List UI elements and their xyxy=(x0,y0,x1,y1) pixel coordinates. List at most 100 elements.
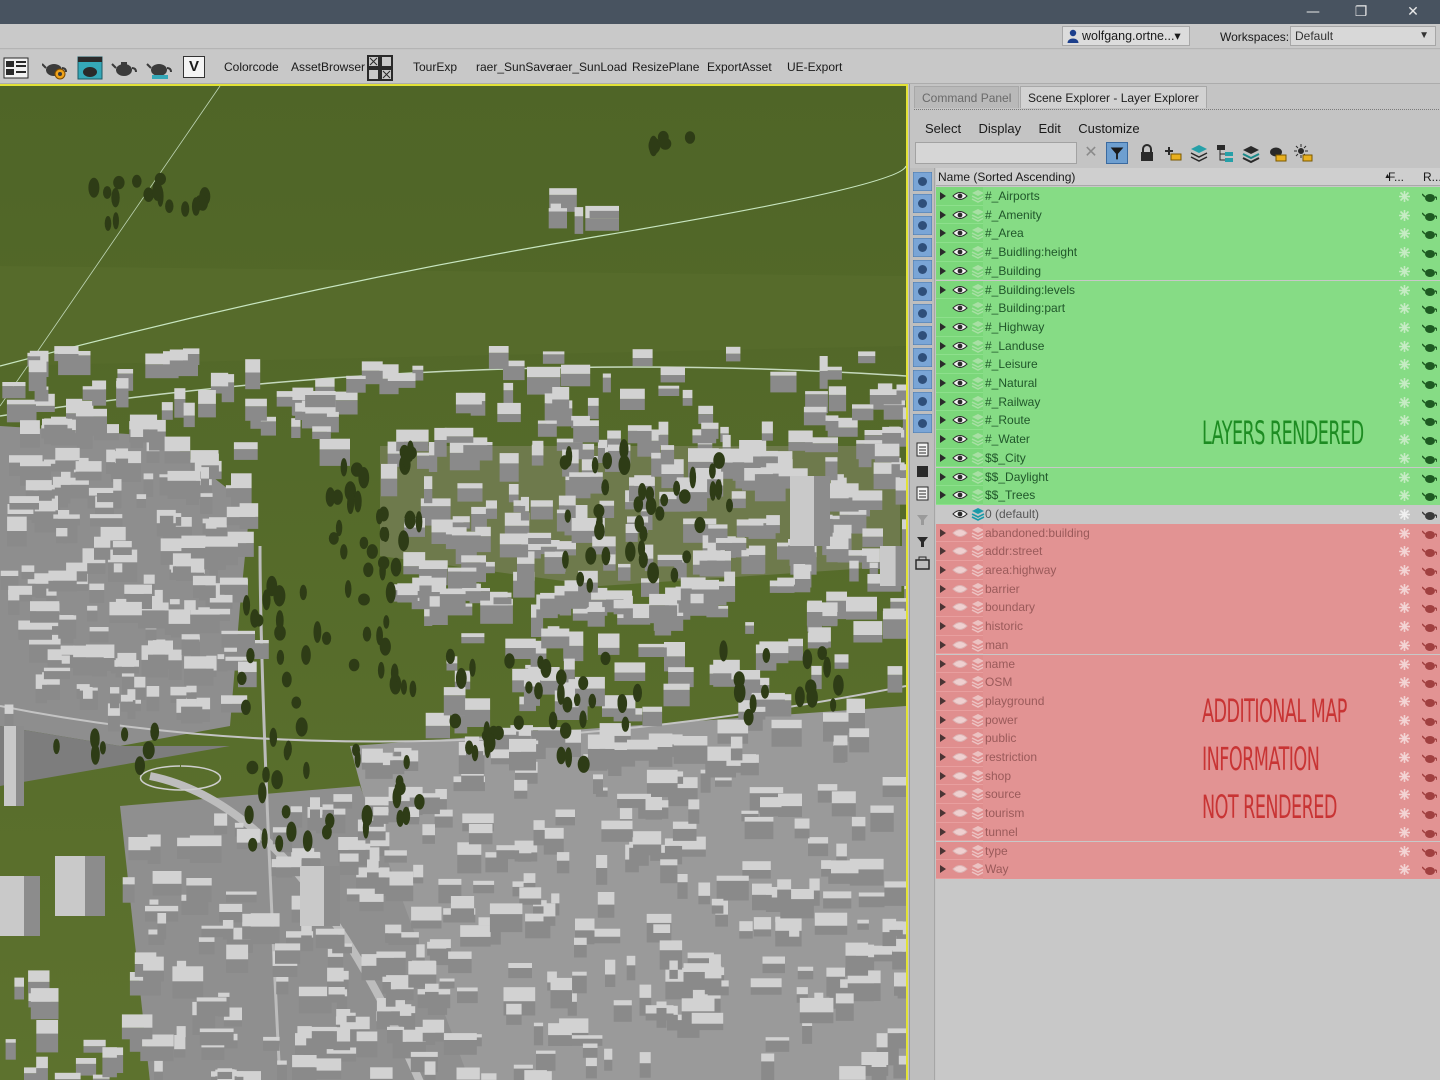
group-filter-icon[interactable] xyxy=(913,304,932,323)
lock-icon[interactable] xyxy=(1136,142,1158,164)
teapot-active-icon[interactable] xyxy=(146,55,172,81)
expand-arrow-icon[interactable] xyxy=(940,809,946,818)
layer-row[interactable]: playground xyxy=(936,691,1440,711)
layer-name[interactable]: $$_City xyxy=(985,449,1026,468)
eye-icon[interactable] xyxy=(952,396,968,408)
eye-hidden-icon[interactable] xyxy=(952,639,968,651)
expand-arrow-icon[interactable] xyxy=(940,285,946,294)
expand-arrow-icon[interactable] xyxy=(940,678,946,687)
freeze-icon[interactable] xyxy=(1398,302,1411,315)
layer-name[interactable]: power xyxy=(985,711,1018,730)
eye-hidden-icon[interactable] xyxy=(952,845,968,857)
menu-select[interactable]: Select xyxy=(925,118,961,140)
layer-row[interactable]: power xyxy=(936,710,1440,730)
layer-row[interactable]: source xyxy=(936,785,1440,805)
layer-row[interactable]: #_Landuse xyxy=(936,336,1440,356)
layer-name[interactable]: public xyxy=(985,729,1016,748)
list-filter-icon[interactable] xyxy=(913,440,932,459)
render-teapot-icon[interactable] xyxy=(1422,246,1437,259)
expand-arrow-icon[interactable] xyxy=(940,435,946,444)
menu-customize[interactable]: Customize xyxy=(1078,118,1139,140)
freeze-icon[interactable] xyxy=(1398,620,1411,633)
expand-arrow-icon[interactable] xyxy=(940,790,946,799)
freeze-icon[interactable] xyxy=(1398,508,1411,521)
restore-button[interactable]: ❐ xyxy=(1338,0,1384,24)
expand-arrow-icon[interactable] xyxy=(940,753,946,761)
freeze-icon[interactable] xyxy=(1398,489,1411,502)
eye-icon[interactable] xyxy=(952,508,968,520)
expand-arrow-icon[interactable] xyxy=(940,528,946,537)
expand-arrow-icon[interactable] xyxy=(940,416,946,425)
layer-row[interactable]: #_Building:part xyxy=(936,299,1440,318)
eye-hidden-icon[interactable] xyxy=(952,770,968,782)
freeze-icon[interactable] xyxy=(1398,246,1411,259)
spacewarp-filter-icon[interactable] xyxy=(913,282,932,301)
viewport-layout-icon[interactable] xyxy=(3,55,29,81)
filter-active-icon[interactable] xyxy=(1106,142,1128,164)
teapot-render-icon[interactable] xyxy=(111,55,137,81)
layer-row[interactable]: addr:street xyxy=(936,542,1440,561)
black-box-icon[interactable] xyxy=(913,462,932,481)
freeze-icon[interactable] xyxy=(1398,807,1411,820)
eye-hidden-icon[interactable] xyxy=(952,545,968,557)
layer-name[interactable]: name xyxy=(985,655,1015,674)
render-teapot-icon[interactable] xyxy=(1422,414,1437,427)
toolbar-button-resizeplane[interactable]: ResizePlane xyxy=(632,60,699,74)
layer-row[interactable]: historic xyxy=(936,617,1440,636)
layer-name[interactable]: #_Route xyxy=(985,411,1030,430)
eye-hidden-icon[interactable] xyxy=(952,714,968,726)
render-teapot-icon[interactable] xyxy=(1422,732,1437,745)
sun-layer-icon[interactable] xyxy=(1292,142,1314,164)
layer-row[interactable]: Way xyxy=(936,860,1440,879)
layer-name[interactable]: playground xyxy=(985,692,1044,711)
expand-arrow-icon[interactable] xyxy=(940,397,946,406)
layer-name[interactable]: tunnel xyxy=(985,823,1018,842)
eye-icon[interactable] xyxy=(952,265,968,277)
eye-hidden-icon[interactable] xyxy=(952,601,968,613)
expand-arrow-icon[interactable] xyxy=(940,584,946,593)
bone-filter-icon[interactable] xyxy=(913,348,932,367)
layer-name[interactable]: #_Airports xyxy=(985,187,1040,206)
xref-filter-icon[interactable] xyxy=(913,326,932,345)
toolbar-button-ue-export[interactable]: UE-Export xyxy=(787,60,842,74)
teapot-layer-icon[interactable] xyxy=(1266,142,1288,164)
layer-row[interactable]: OSM xyxy=(936,673,1440,692)
freeze-icon[interactable] xyxy=(1398,414,1411,427)
layer-row[interactable]: public xyxy=(936,729,1440,748)
eye-icon[interactable] xyxy=(952,227,968,239)
expand-arrow-icon[interactable] xyxy=(940,491,946,500)
expand-arrow-icon[interactable] xyxy=(940,622,946,631)
layer-name[interactable]: OSM xyxy=(985,673,1012,692)
toolbar-button-tourexp[interactable]: TourExp xyxy=(413,60,457,74)
eye-hidden-icon[interactable] xyxy=(952,658,968,670)
light-filter-icon[interactable] xyxy=(913,216,932,235)
freeze-icon[interactable] xyxy=(1398,863,1411,876)
layer-name[interactable]: historic xyxy=(985,617,1023,636)
freeze-icon[interactable] xyxy=(1398,321,1411,334)
freeze-icon[interactable] xyxy=(1398,227,1411,240)
layer-name[interactable]: restriction xyxy=(985,748,1037,767)
layer-name[interactable]: abandoned:building xyxy=(985,524,1090,543)
close-button[interactable]: ✕ xyxy=(1390,0,1436,24)
freeze-icon[interactable] xyxy=(1398,751,1411,764)
eye-icon[interactable] xyxy=(952,377,968,389)
layer-row[interactable]: type xyxy=(936,841,1440,861)
layer-name[interactable]: #_Amenity xyxy=(985,206,1042,225)
layer-row[interactable]: #_Water xyxy=(936,430,1440,449)
layer-row[interactable]: restriction xyxy=(936,748,1440,767)
render-teapot-icon[interactable] xyxy=(1422,452,1437,465)
freeze-icon[interactable] xyxy=(1398,358,1411,371)
layers-icon[interactable] xyxy=(1240,142,1262,164)
eye-icon[interactable] xyxy=(952,246,968,258)
add-to-layer-icon[interactable] xyxy=(1162,142,1184,164)
layer-row[interactable]: tourism xyxy=(936,804,1440,823)
tab-command-panel[interactable]: Command Panel xyxy=(914,86,1020,108)
layer-name[interactable]: #_Building:levels xyxy=(985,281,1075,300)
freeze-icon[interactable] xyxy=(1398,190,1411,203)
geometry-filter-icon[interactable] xyxy=(913,172,932,191)
expand-arrow-icon[interactable] xyxy=(940,472,946,481)
freeze-icon[interactable] xyxy=(1398,658,1411,671)
layer-name[interactable]: #_Highway xyxy=(985,318,1044,337)
eye-hidden-icon[interactable] xyxy=(952,695,968,707)
layer-row[interactable]: area:highway xyxy=(936,561,1440,580)
